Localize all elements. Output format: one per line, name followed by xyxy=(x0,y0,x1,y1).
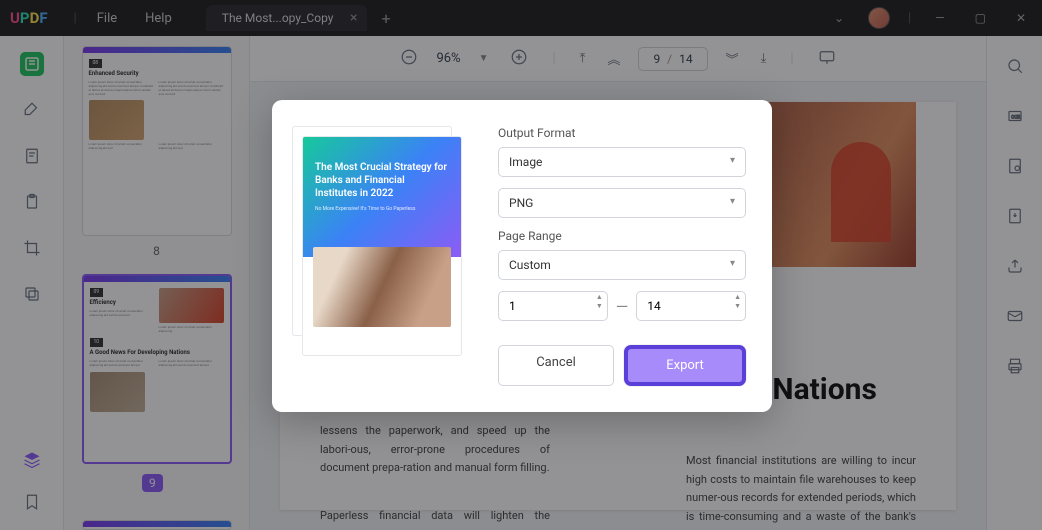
export-button[interactable]: Export xyxy=(624,345,746,386)
range-separator: — xyxy=(616,297,629,316)
spinner-down-icon[interactable]: ▼ xyxy=(596,303,603,310)
export-form: Output Format Image PNG Page Range Custo… xyxy=(498,126,746,386)
page-from-input[interactable]: 1 ▲▼ xyxy=(498,291,608,321)
spinner-down-icon[interactable]: ▼ xyxy=(734,303,741,310)
page-to-input[interactable]: 14 ▲▼ xyxy=(636,291,746,321)
spinner-up-icon[interactable]: ▲ xyxy=(734,294,741,301)
cancel-button[interactable]: Cancel xyxy=(498,345,614,386)
output-format-label: Output Format xyxy=(498,126,746,140)
export-preview: The Most Crucial Strategy for Banks and … xyxy=(298,132,468,372)
image-type-select[interactable]: PNG xyxy=(498,188,746,218)
spinner-up-icon[interactable]: ▲ xyxy=(596,294,603,301)
preview-image xyxy=(313,247,451,327)
export-dialog: The Most Crucial Strategy for Banks and … xyxy=(272,100,772,412)
page-range-label: Page Range xyxy=(498,229,746,243)
preview-subtitle: No More Expensive! It's Time to Go Paper… xyxy=(315,206,449,212)
page-range-select[interactable]: Custom xyxy=(498,250,746,280)
output-format-select[interactable]: Image xyxy=(498,147,746,177)
preview-title: The Most Crucial Strategy for Banks and … xyxy=(315,161,449,200)
